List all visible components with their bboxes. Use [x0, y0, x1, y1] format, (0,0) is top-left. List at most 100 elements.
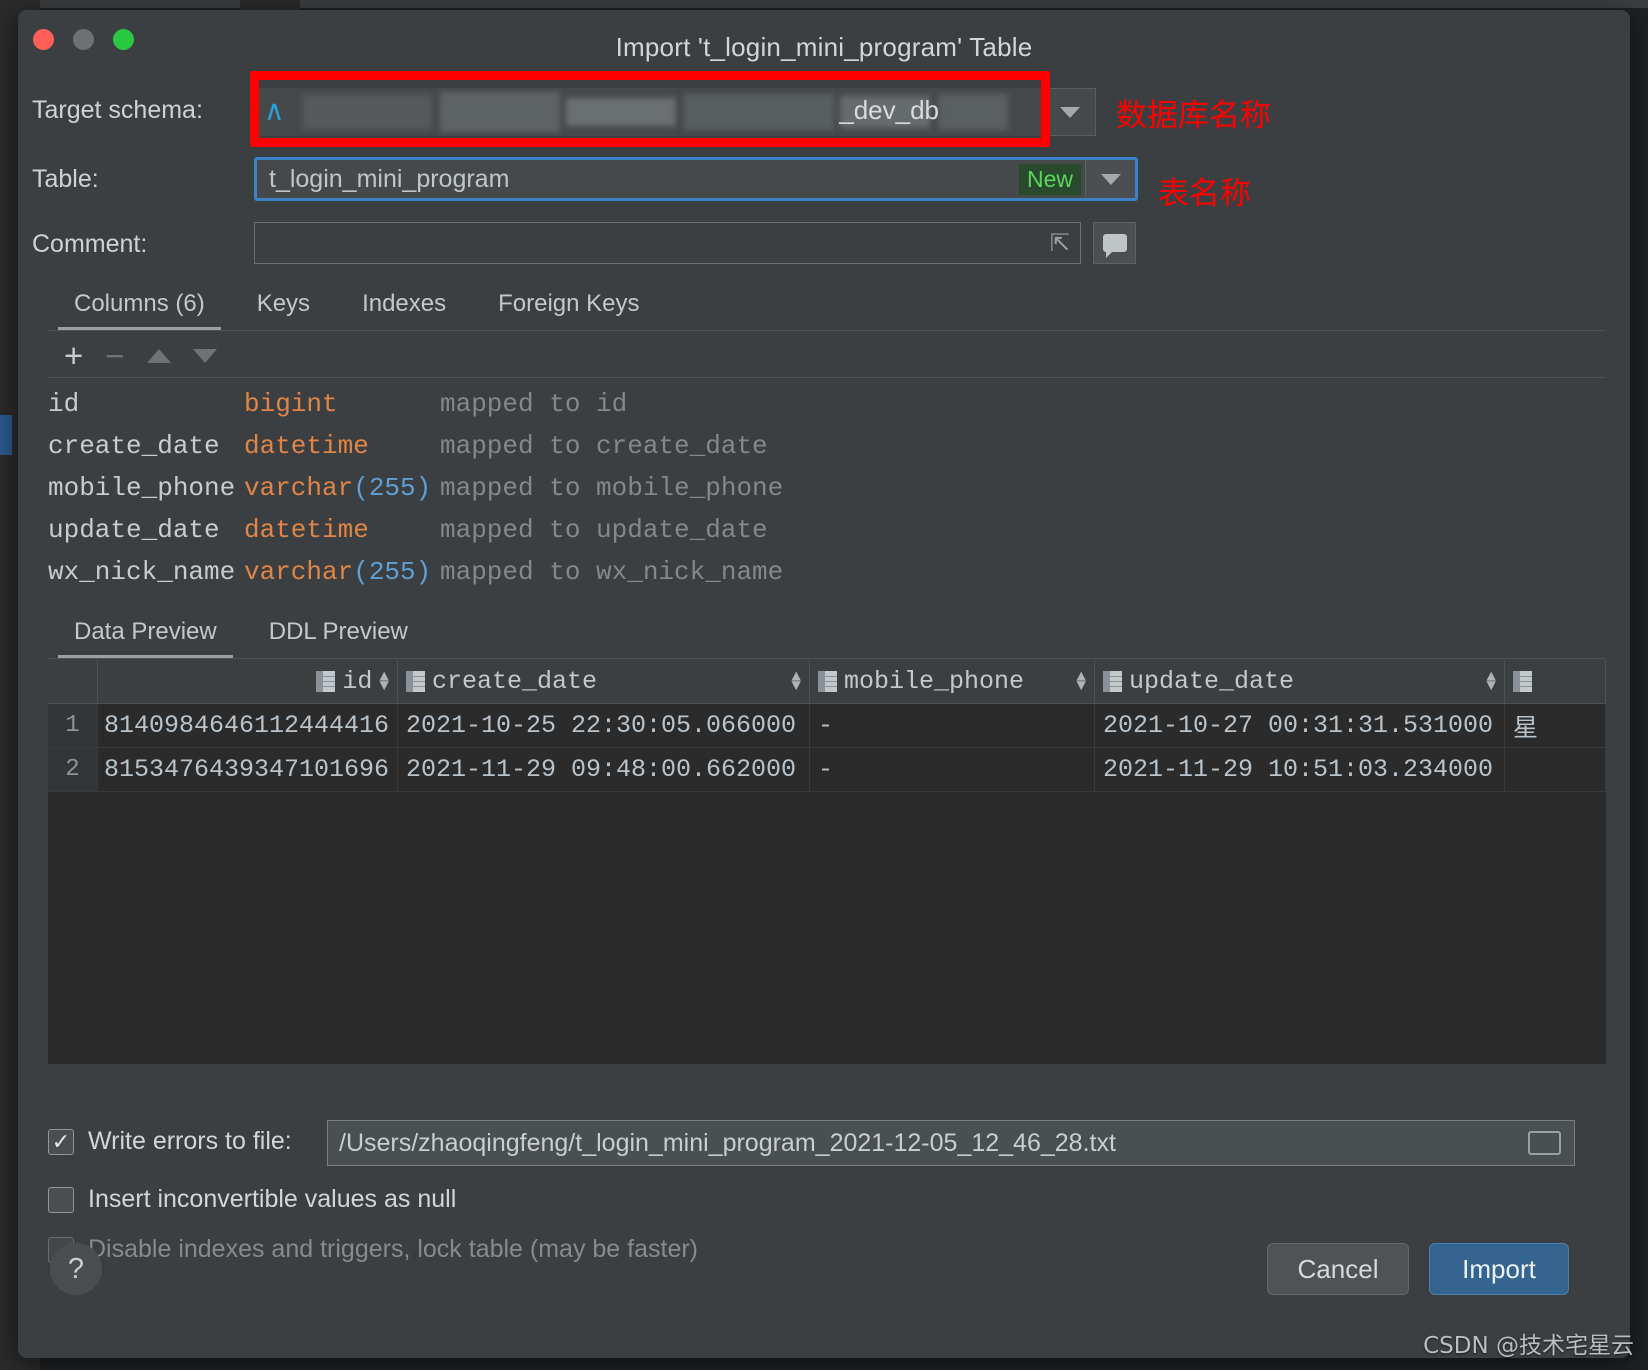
table-dropdown-arrow[interactable]: [1085, 160, 1135, 198]
columns-toolbar: + −: [48, 336, 1606, 376]
sort-icon[interactable]: ▲ ▼: [791, 669, 801, 694]
cell-wx-nick-name[interactable]: 星: [1505, 704, 1606, 747]
speech-bubble-icon: [1102, 234, 1127, 258]
cell-wx-nick-name[interactable]: [1505, 748, 1606, 791]
insert-inconvertible-option[interactable]: Insert inconvertible values as null: [48, 1185, 456, 1214]
comment-popup-button[interactable]: [1093, 222, 1136, 264]
tabs-divider: [48, 330, 1606, 331]
insert-inconvertible-checkbox[interactable]: [48, 1186, 74, 1213]
title-bar: Import 't_login_mini_program' Table: [18, 10, 1630, 68]
cell-create-date[interactable]: 2021-10-25 22:30:05.066000: [398, 704, 810, 747]
cell-create-date[interactable]: 2021-11-29 09:48:00.662000: [398, 748, 810, 791]
column-table-icon: [1513, 671, 1532, 692]
target-schema-dropdown-arrow[interactable]: [1044, 88, 1096, 136]
column-row[interactable]: id bigint mapped to id: [48, 383, 1606, 425]
folder-icon: [1527, 1131, 1561, 1155]
cell-mobile-phone[interactable]: -: [810, 704, 1095, 747]
table-name-input[interactable]: [257, 160, 1019, 198]
column-type: datetime: [244, 431, 369, 461]
column-mapping: mapped to update_date: [440, 515, 768, 545]
table-row[interactable]: 2 8153476439347101696 2021-11-29 09:48:0…: [48, 748, 1606, 792]
tab-columns[interactable]: Columns (6): [48, 282, 231, 330]
import-table-dialog: Import 't_login_mini_program' Table Targ…: [18, 10, 1630, 1358]
tab-keys[interactable]: Keys: [231, 282, 336, 330]
dialog-title: Import 't_login_mini_program' Table: [615, 32, 1033, 62]
column-row[interactable]: mobile_phone varchar(255) mapped to mobi…: [48, 467, 1606, 509]
tab-indexes[interactable]: Indexes: [336, 282, 472, 330]
comment-label: Comment:: [32, 230, 148, 258]
new-table-badge: New: [1018, 163, 1081, 195]
column-name: update_date: [48, 515, 220, 545]
header-label: mobile_phone: [844, 667, 1025, 696]
write-errors-checkbox[interactable]: [48, 1128, 74, 1155]
annotation-database-name: 数据库名称: [1116, 98, 1271, 134]
column-mapping: mapped to mobile_phone: [440, 473, 784, 503]
toolbar-divider: [48, 377, 1606, 378]
column-mapping: mapped to create_date: [440, 431, 768, 461]
column-type: datetime: [244, 515, 369, 545]
row-number: 1: [48, 704, 98, 747]
comment-input[interactable]: ⇱: [254, 222, 1081, 264]
grid-header-row: id ▲ ▼ create_date ▲ ▼ mobile_phone ▲ ▼ upd…: [48, 660, 1606, 704]
move-up-icon: [146, 349, 171, 363]
preview-tabs: Data Preview DDL Preview: [48, 610, 434, 658]
write-errors-option[interactable]: Write errors to file:: [48, 1127, 292, 1156]
header-label: id: [342, 667, 373, 696]
screen: Import 't_login_mini_program' Table Targ…: [0, 0, 1648, 1370]
row-number: 2: [48, 748, 98, 791]
mysql-dolphin-icon: ∧: [264, 95, 285, 126]
cancel-button[interactable]: Cancel: [1267, 1243, 1409, 1295]
cell-update-date[interactable]: 2021-11-29 10:51:03.234000: [1095, 748, 1505, 791]
sort-icon[interactable]: ▲ ▼: [1486, 669, 1496, 694]
cell-id[interactable]: 8140984646112444416: [98, 704, 398, 747]
move-down-icon: [192, 349, 217, 363]
tab-foreign-keys[interactable]: Foreign Keys: [472, 282, 665, 330]
table-row[interactable]: 1 8140984646112444416 2021-10-25 22:30:0…: [48, 704, 1606, 748]
column-table-icon: [1103, 671, 1122, 692]
disable-indexes-label: Disable indexes and triggers, lock table…: [88, 1235, 699, 1263]
column-row[interactable]: update_date datetime mapped to update_da…: [48, 509, 1606, 551]
cell-mobile-phone[interactable]: -: [810, 748, 1095, 791]
column-table-icon: [818, 671, 837, 692]
grid-header-update-date[interactable]: update_date ▲ ▼: [1095, 660, 1505, 703]
help-button[interactable]: ?: [50, 1243, 102, 1295]
browse-file-button[interactable]: [1513, 1120, 1575, 1166]
column-row[interactable]: wx_nick_name varchar(255) mapped to wx_n…: [48, 551, 1606, 593]
table-row: Table:: [32, 165, 99, 194]
target-schema-input[interactable]: ∧ _dev_db: [254, 88, 1044, 136]
insert-inconvertible-label: Insert inconvertible values as null: [88, 1185, 457, 1213]
sort-icon[interactable]: ▲ ▼: [1076, 669, 1086, 694]
column-row[interactable]: create_date datetime mapped to create_da…: [48, 425, 1606, 467]
column-type: varchar(255): [244, 473, 432, 503]
structure-tabs: Columns (6) Keys Indexes Foreign Keys: [48, 282, 666, 330]
grid-header-create-date[interactable]: create_date ▲ ▼: [398, 660, 810, 703]
tab-data-preview[interactable]: Data Preview: [48, 610, 243, 658]
header-label: create_date: [432, 667, 598, 696]
expand-icon[interactable]: ⇱: [1050, 229, 1070, 258]
column-type: varchar(255): [244, 557, 432, 587]
error-file-path-input[interactable]: /Users/zhaoqingfeng/t_login_mini_program…: [327, 1120, 1575, 1166]
write-errors-label: Write errors to file:: [88, 1127, 292, 1155]
grid-header-mobile-phone[interactable]: mobile_phone ▲ ▼: [810, 660, 1095, 703]
column-mapping: mapped to id: [440, 389, 628, 419]
chevron-down-icon: [1100, 173, 1121, 185]
background-highlight: [0, 415, 12, 455]
import-button[interactable]: Import: [1429, 1243, 1569, 1295]
tab-ddl-preview[interactable]: DDL Preview: [243, 610, 434, 658]
column-mapping: mapped to wx_nick_name: [440, 557, 784, 587]
cell-update-date[interactable]: 2021-10-27 00:31:31.531000: [1095, 704, 1505, 747]
column-name: wx_nick_name: [48, 557, 236, 587]
grid-header-wx-nick-name[interactable]: [1505, 660, 1606, 703]
csdn-watermark: CSDN @技术宅星云: [1423, 1333, 1634, 1359]
column-name: id: [48, 389, 80, 419]
table-name-combo[interactable]: New: [254, 157, 1138, 201]
remove-column-icon: −: [105, 337, 125, 374]
header-label: update_date: [1129, 667, 1295, 696]
columns-list: id bigint mapped to id create_date datet…: [48, 383, 1606, 593]
sort-icon[interactable]: ▲ ▼: [379, 669, 389, 694]
cell-id[interactable]: 8153476439347101696: [98, 748, 398, 791]
grid-header-id[interactable]: id ▲ ▼: [98, 660, 398, 703]
column-type: bigint: [244, 389, 338, 419]
grid-header-rownum: [48, 660, 98, 703]
add-column-icon[interactable]: +: [64, 339, 83, 372]
